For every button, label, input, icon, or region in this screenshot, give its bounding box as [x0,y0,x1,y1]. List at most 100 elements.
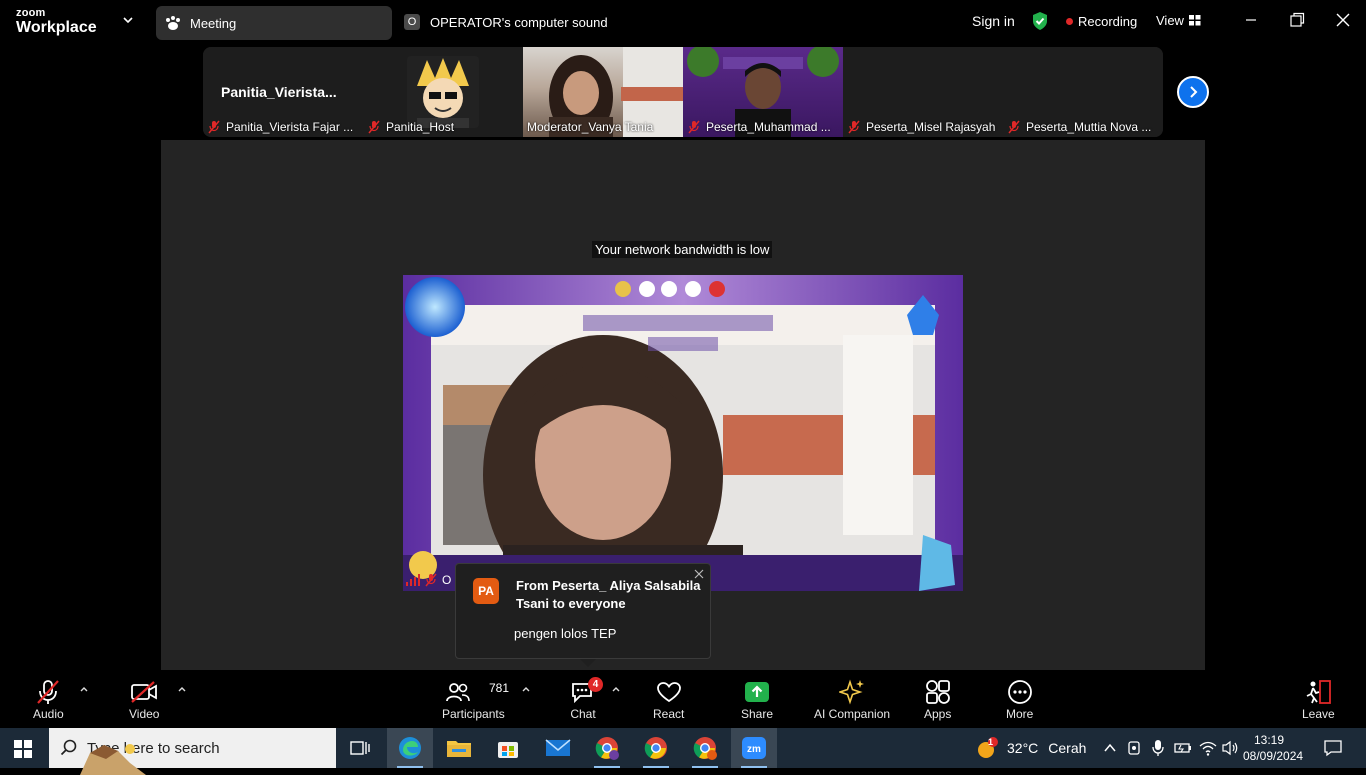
weather-widget[interactable]: 1 32°C Cerah [976,728,1086,768]
chrome-icon [595,737,619,760]
muted-mic-icon [848,120,860,134]
task-view-icon [350,741,370,755]
weather-badge: 1 [988,737,994,747]
microphone-icon[interactable] [1151,739,1165,757]
taskbar-clock[interactable]: 13:19 08/09/2024 [1243,732,1304,764]
view-label: View [1156,13,1184,28]
participant-tile[interactable]: Peserta_Muttia Nova ... [1003,47,1163,137]
chevron-up-icon[interactable] [611,684,621,694]
notification-message: pengen lolos TEP [514,626,617,641]
shield-icon[interactable] [1031,11,1049,31]
chrome-button[interactable] [633,728,679,768]
sign-in-link[interactable]: Sign in [972,13,1015,29]
ai-companion-button[interactable]: AI Companion [814,678,890,721]
store-button[interactable] [485,728,531,768]
chevron-up-icon[interactable] [521,684,531,694]
react-label: React [653,707,685,721]
notification-center-icon[interactable] [1324,739,1342,757]
edge-taskbar-button[interactable] [387,728,433,768]
share-label: Share [741,707,774,721]
minimize-icon[interactable] [1241,10,1261,30]
view-button[interactable]: View [1156,13,1201,28]
more-icon [1007,680,1032,704]
tile-name: Moderator_Vanya Tania [527,120,654,134]
share-button[interactable]: Share [741,678,773,721]
leave-label: Leave [1302,707,1335,721]
operator-sound-label: OPERATOR's computer sound [430,14,608,30]
grid-icon [1188,15,1201,26]
heart-icon [656,682,681,703]
video-button[interactable]: Video [129,678,159,721]
tile-name: Panitia_Vierista Fajar ... [207,120,353,134]
gallery-next-button[interactable] [1177,76,1209,108]
paw-icon [166,16,180,30]
chrome-work-button[interactable] [682,728,728,768]
zoom-taskbar-button[interactable]: zm [731,728,777,768]
participant-tile[interactable]: Panitia_Host [363,47,523,137]
speaker-video-image [403,275,963,591]
chrome-icon [693,737,717,760]
speaker-name: O [442,573,452,587]
zoom-workplace-logo[interactable]: zoom Workplace [16,8,97,36]
participant-tile[interactable]: Moderator_Vanya Tania [523,47,683,137]
recording-indicator[interactable]: Recording [1066,14,1137,29]
operator-sound-indicator: O OPERATOR's computer sound [404,14,608,30]
chrome-profile-button[interactable] [584,728,630,768]
react-button[interactable]: React [653,678,684,721]
taskbar-search-input[interactable]: Type here to search [49,728,336,775]
participant-gallery-strip: Panitia_Vierista... Panitia_Vierista Faj… [203,47,1163,137]
close-icon[interactable] [1333,10,1353,30]
muted-mic-icon [368,120,380,134]
notification-tail [580,659,596,667]
wifi-icon[interactable] [1199,740,1217,756]
muted-mic-icon [425,573,437,587]
participants-count: 781 [489,681,510,695]
chevron-up-icon[interactable] [177,684,187,694]
svg-text:zm: zm [747,744,761,755]
tab-meeting[interactable]: Meeting [156,6,392,40]
windows-start-icon[interactable] [14,740,32,758]
active-speaker-video[interactable] [403,275,963,591]
meet-now-icon[interactable] [1127,740,1143,756]
weather-temp: 32°C [1007,740,1039,756]
brand-bottom: Workplace [16,19,97,36]
bandwidth-warning: Your network bandwidth is low [592,241,773,258]
chevron-up-icon[interactable] [1103,742,1117,754]
chat-unread-badge: 4 [588,677,603,692]
apps-button[interactable]: Apps [924,678,951,721]
tile-large-name: Panitia_Vierista... [221,84,337,100]
edge-icon [399,737,421,759]
mail-button[interactable] [535,728,581,768]
participant-tile[interactable]: Peserta_Muhammad ... [683,47,843,137]
participant-tile[interactable]: Peserta_Misel Rajasyah [843,47,1003,137]
restore-icon[interactable] [1287,10,1307,30]
audio-button[interactable]: Audio [33,678,64,721]
participant-tile[interactable]: Panitia_Vierista... Panitia_Vierista Faj… [203,47,363,137]
volume-icon[interactable] [1221,740,1239,756]
apps-icon [925,680,950,704]
mail-icon [545,739,571,756]
more-button[interactable]: More [1006,678,1033,721]
muted-mic-icon [208,120,220,134]
chevron-right-icon [1190,86,1198,98]
chevron-up-icon[interactable] [79,684,89,694]
video-label: Video [129,707,160,721]
chrome-icon [644,737,667,759]
chat-notification[interactable]: PA From Peserta_ Aliya Salsabila Tsani t… [455,563,711,667]
battery-icon[interactable] [1174,741,1192,755]
video-off-icon [131,681,158,703]
title-bar: zoom Workplace Meeting O OPERATOR's comp… [0,0,1366,44]
leave-button[interactable]: Leave [1302,678,1335,721]
clock-date: 08/09/2024 [1243,749,1304,763]
zoom-window: zoom Workplace Meeting O OPERATOR's comp… [0,0,1366,728]
task-view-button[interactable] [337,728,383,768]
file-explorer-button[interactable] [436,728,482,768]
close-icon[interactable] [693,568,705,580]
recording-label: Recording [1078,14,1138,29]
chevron-down-icon[interactable] [122,14,134,26]
apps-label: Apps [924,707,952,721]
clock-time: 13:19 [1253,733,1285,747]
speaker-name-tag: O [406,573,451,587]
muted-mic-icon [688,120,700,134]
zoom-app-icon: zm [742,737,766,759]
